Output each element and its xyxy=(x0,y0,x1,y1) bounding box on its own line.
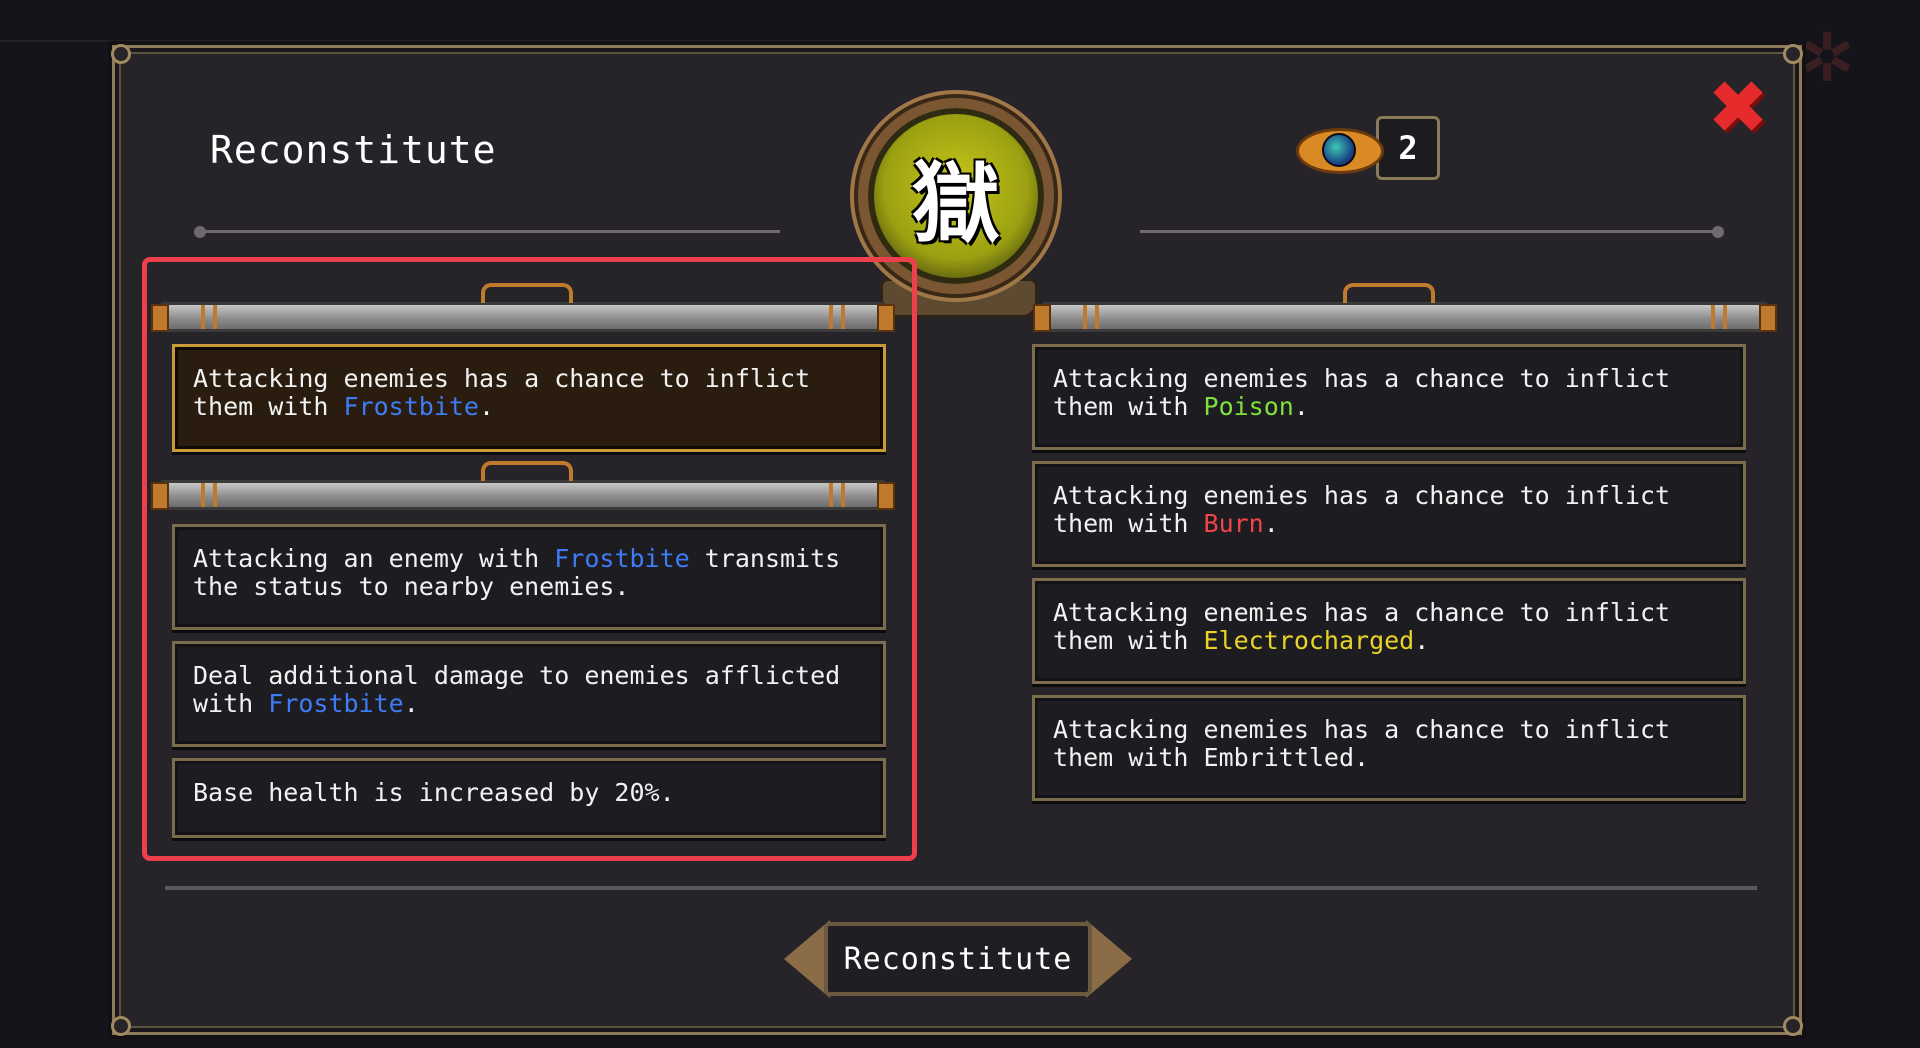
option-text-suffix: . xyxy=(1293,392,1309,421)
eye-orb-pupil xyxy=(1322,133,1356,167)
status-keyword-electrocharged: Electrocharged xyxy=(1203,626,1415,655)
divider-dot xyxy=(1712,226,1724,238)
option-text-suffix: . xyxy=(1414,626,1430,655)
eye-orb-icon xyxy=(1292,118,1384,178)
background-frame xyxy=(0,0,960,42)
rod-stripe xyxy=(1095,305,1099,329)
rod-stripe xyxy=(1711,305,1715,329)
rod-stripe xyxy=(1723,305,1727,329)
bottom-divider xyxy=(165,886,1757,890)
option-text-suffix: . xyxy=(1263,509,1279,538)
divider-dot xyxy=(194,226,206,238)
emblem-glyph: 獄 xyxy=(911,150,1000,255)
panel-corner xyxy=(1783,44,1803,64)
status-keyword-poison: Poison xyxy=(1203,392,1294,421)
status-keyword-burn: Burn xyxy=(1203,509,1264,538)
option-card-electrocharged[interactable]: Attacking enemies has a chance to inflic… xyxy=(1032,578,1746,684)
arrow-right-icon xyxy=(1086,920,1132,998)
close-x-icon: ✖ xyxy=(1706,65,1769,151)
option-text: Attacking enemies has a chance to inflic… xyxy=(1053,481,1671,538)
panel-corner xyxy=(111,1016,131,1036)
dialog-title: Reconstitute xyxy=(210,128,497,172)
header-divider-left xyxy=(200,230,780,233)
panel-corner xyxy=(111,44,131,64)
rod-stripe xyxy=(1083,305,1087,329)
header-divider-right xyxy=(1140,230,1720,233)
reconstitute-button[interactable]: Reconstitute xyxy=(778,914,1138,1004)
rod-cap xyxy=(1759,304,1777,332)
rod-cap xyxy=(1033,304,1051,332)
reconstitute-button-label: Reconstitute xyxy=(824,922,1092,996)
option-card-embrittled[interactable]: Attacking enemies has a chance to inflic… xyxy=(1032,695,1746,801)
scroll-rod xyxy=(1033,283,1777,332)
option-card-poison[interactable]: Attacking enemies has a chance to inflic… xyxy=(1032,344,1746,450)
panel-corner xyxy=(1783,1016,1803,1036)
pinwheel-icon: ✲ xyxy=(1800,0,1855,103)
option-text: Attacking enemies has a chance to inflic… xyxy=(1053,715,1671,772)
option-text: Attacking enemies has a chance to inflic… xyxy=(1053,364,1671,421)
close-button[interactable]: ✖ xyxy=(1706,71,1770,145)
currency-count: 2 xyxy=(1376,116,1440,180)
option-card-burn[interactable]: Attacking enemies has a chance to inflic… xyxy=(1032,461,1746,567)
selection-highlight xyxy=(142,257,917,861)
currency-display: 2 xyxy=(1292,112,1440,184)
rod-handle xyxy=(1343,283,1435,303)
